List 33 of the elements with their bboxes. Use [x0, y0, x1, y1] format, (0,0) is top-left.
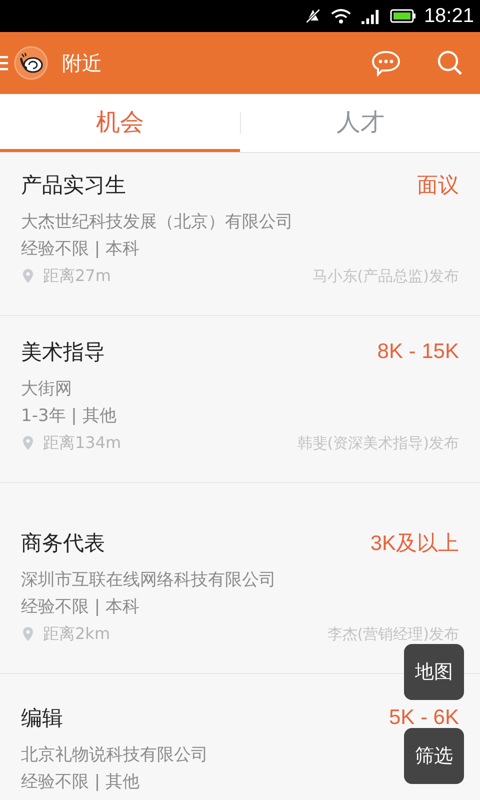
- snail-avatar-icon[interactable]: [14, 46, 48, 80]
- job-title: 产品实习生: [21, 172, 126, 199]
- filter-button[interactable]: 筛选: [404, 728, 464, 784]
- location-pin-icon: [23, 269, 33, 283]
- job-title: 商务代表: [21, 530, 105, 557]
- location-pin-icon: [23, 627, 33, 641]
- distance: 距离134m: [43, 432, 122, 454]
- salary: 5K - 6K: [388, 706, 459, 730]
- location-pin-icon: [23, 436, 33, 450]
- muted-bell-icon: [304, 7, 322, 25]
- wifi-icon: [330, 8, 352, 24]
- job-requirements: 经验不限 | 本科: [21, 238, 140, 261]
- chat-bubble-icon[interactable]: [370, 49, 402, 77]
- map-button[interactable]: 地图: [404, 644, 464, 700]
- salary: 3K及以上: [370, 531, 459, 557]
- job-requirements: 1-3年 | 其他: [21, 405, 116, 428]
- company-name: 大杰世纪科技发展（北京）有限公司: [21, 211, 293, 234]
- salary: 8K - 15K: [377, 340, 459, 364]
- battery-icon: [390, 9, 416, 23]
- salary: 面议: [417, 173, 459, 199]
- status-time: 18:21: [424, 4, 474, 28]
- company-name: 深圳市互联在线网络科技有限公司: [21, 569, 276, 592]
- job-requirements: 经验不限 | 其他: [21, 771, 140, 794]
- menu-icon[interactable]: [0, 54, 8, 72]
- job-requirements: 经验不限 | 本科: [21, 596, 140, 619]
- company-name: 北京礼物说科技有限公司: [21, 744, 208, 767]
- search-icon[interactable]: [436, 49, 464, 77]
- app-bar-title: 附近: [62, 50, 102, 76]
- job-title: 编辑: [21, 705, 63, 732]
- distance: 距离27m: [43, 266, 111, 286]
- company-name: 大街网: [21, 378, 72, 401]
- distance: 距离2km: [43, 624, 110, 644]
- job-title: 美术指导: [21, 339, 105, 366]
